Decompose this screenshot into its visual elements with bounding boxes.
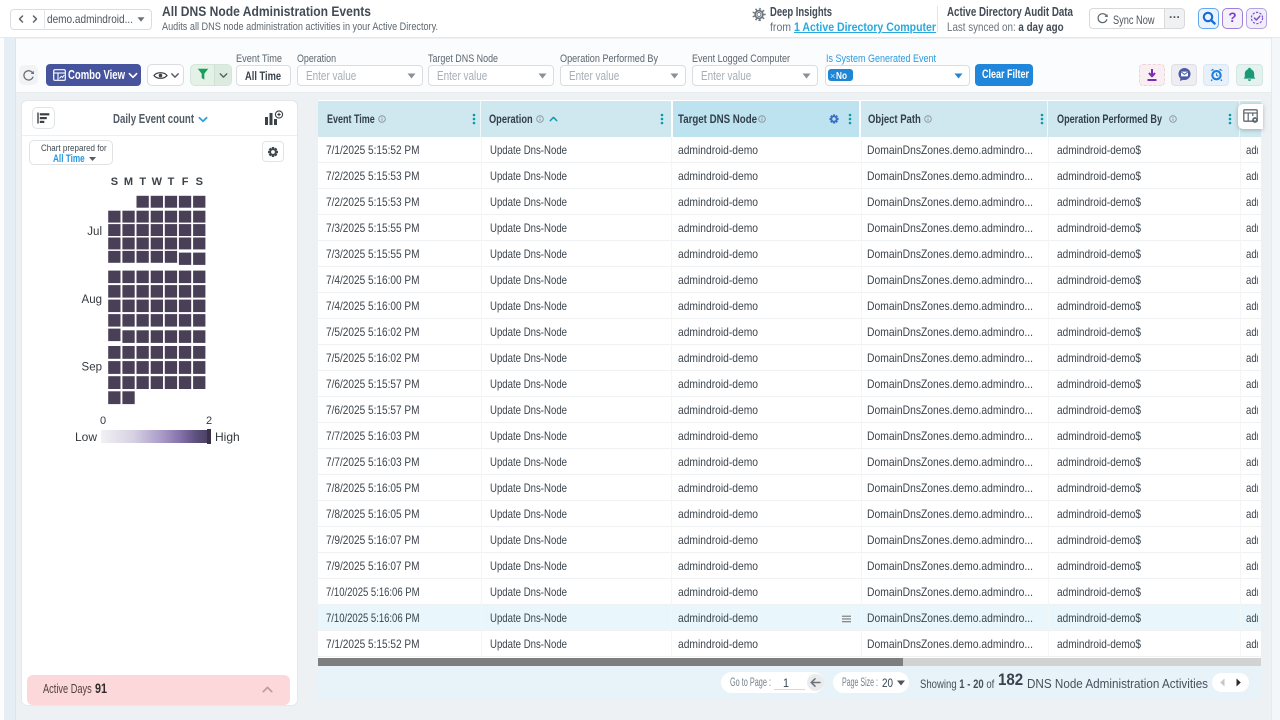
svg-text:T: T: [139, 176, 146, 188]
svg-text:F: F: [182, 176, 189, 188]
svg-text:Aug: Aug: [82, 294, 102, 306]
svg-text:T: T: [168, 176, 175, 188]
svg-text:S: S: [196, 176, 203, 188]
svg-text:Jul: Jul: [87, 226, 102, 238]
svg-text:S: S: [111, 176, 118, 188]
svg-text:M: M: [124, 176, 133, 188]
svg-text:Sep: Sep: [82, 362, 102, 374]
svg-text:W: W: [152, 176, 163, 188]
